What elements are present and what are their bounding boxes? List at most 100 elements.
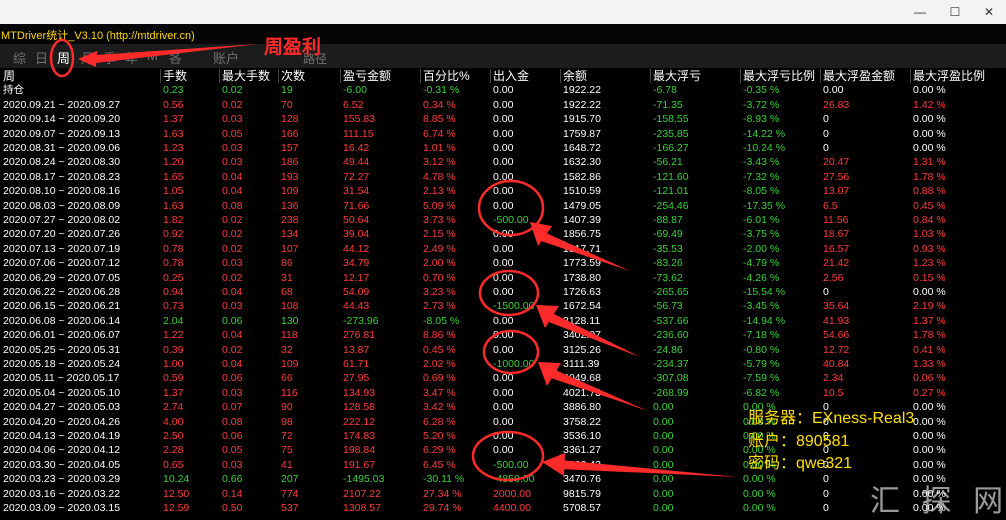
table-row: 2020.08.03 ~ 2020.08.09 1.63 0.08 136 71.66 5… — [0, 199, 1006, 213]
cell-count: 32 — [281, 343, 293, 356]
tab-day[interactable]: 日 — [35, 48, 48, 67]
cell-deposit: 0.00 — [493, 98, 514, 111]
tab-week[interactable]: 周 — [57, 48, 70, 67]
cell-max-drawdown: -35.53 — [653, 242, 683, 255]
column-header-max-float-pct: 最大浮盈比例 — [913, 69, 986, 83]
cell-profit: 31.54 — [343, 185, 370, 198]
column-separator — [910, 69, 911, 83]
cell-profit: 49.44 — [343, 156, 370, 169]
cell-percent: -30.11 % — [423, 473, 465, 486]
cell-lots: 1.63 — [163, 127, 184, 140]
cell-deposit: 0.00 — [493, 444, 514, 457]
cell-max-float-pct: 1.42 % — [913, 98, 946, 111]
tab-year[interactable]: 年 — [125, 48, 138, 67]
table-row: 2020.04.06 ~ 2020.04.12 2.28 0.05 75 198.84 6… — [0, 443, 1006, 457]
cell-max-float-profit: 6.5 — [823, 199, 838, 212]
cell-lots: 0.65 — [163, 458, 184, 471]
cell-percent: 6.74 % — [423, 127, 456, 140]
column-separator — [160, 69, 161, 83]
column-header-deposit: 出入金 — [493, 69, 530, 83]
cell-max-drawdown-pct: -6.82 % — [743, 386, 780, 399]
cell-week: 2020.03.09 ~ 2020.03.15 — [3, 502, 121, 514]
column-separator — [219, 69, 220, 83]
cell-count: 66 — [281, 372, 293, 385]
cell-max-drawdown-pct: -14.94 % — [743, 314, 786, 327]
tab-month[interactable]: 月 — [81, 48, 94, 67]
cell-max-drawdown: 0.00 — [653, 458, 674, 471]
cell-deposit: 0.00 — [493, 185, 514, 198]
maximize-icon[interactable]: ☐ — [940, 3, 970, 21]
cell-count: 68 — [281, 286, 293, 298]
cell-count: 537 — [281, 502, 299, 514]
cell-deposit: -500.00 — [493, 458, 529, 471]
cell-percent: 2.00 % — [423, 257, 456, 270]
cell-max-drawdown: -121.01 — [653, 185, 689, 198]
cell-max-drawdown-pct: -3.72 % — [743, 98, 780, 111]
cell-balance: 4021.73 — [563, 386, 601, 399]
cell-max-drawdown-pct: -8.05 % — [743, 185, 780, 198]
cell-profit: 6.52 — [343, 98, 364, 111]
cell-max-drawdown: -236.60 — [653, 329, 689, 342]
weekly-stats-table: 周 手数 最大手数 次数 盈亏金额 百分比% 出入金 余额 最大浮亏 最大浮亏比例 最大浮盈金额 最大… — [0, 69, 1006, 516]
column-separator — [650, 69, 651, 83]
cell-max-drawdown: -166.27 — [653, 142, 689, 154]
cell-lots: 0.92 — [163, 228, 184, 241]
tab-m[interactable]: M — [147, 48, 158, 63]
cell-max-float-profit: 10.5 — [823, 386, 844, 399]
cell-max-float-pct: 0.00 % — [913, 84, 946, 97]
cell-count: 157 — [281, 142, 299, 154]
cell-max-drawdown: -268.99 — [653, 386, 689, 399]
column-separator — [278, 69, 279, 83]
cell-week: 2020.08.24 ~ 2020.08.30 — [3, 156, 121, 169]
cell-count: 130 — [281, 314, 299, 327]
tab-account[interactable]: 账户 — [213, 48, 239, 67]
cell-profit: 44.12 — [343, 242, 370, 255]
cell-max-float-pct: 2.19 % — [913, 300, 946, 313]
cell-max-float-pct: 0.93 % — [913, 242, 946, 255]
column-separator — [820, 69, 821, 83]
cell-max-float-profit: 35.64 — [823, 300, 850, 313]
close-icon[interactable]: ✕ — [974, 3, 1004, 21]
cell-max-drawdown-pct: -6.01 % — [743, 214, 780, 226]
cell-deposit: 4400.00 — [493, 502, 531, 514]
cell-percent: 27.34 % — [423, 487, 462, 500]
cell-lots: 1.05 — [163, 185, 184, 198]
cell-count: 86 — [281, 257, 293, 270]
account-credential: 账户：890581 — [748, 433, 850, 450]
cell-max-float-pct: 0.00 % — [913, 127, 946, 140]
cell-week: 2020.05.04 ~ 2020.05.10 — [3, 386, 121, 399]
cell-max-drawdown-pct: 0.00 % — [743, 502, 776, 514]
cell-max-float-profit: 21.42 — [823, 257, 850, 270]
minimize-icon[interactable]: — — [905, 3, 935, 21]
table-row: 2020.04.13 ~ 2020.04.19 2.50 0.06 72 174.83 5… — [0, 429, 1006, 443]
cell-balance: 1582.86 — [563, 170, 601, 183]
cell-balance: 1510.59 — [563, 185, 601, 198]
cell-max-drawdown-pct: -3.45 % — [743, 300, 780, 313]
cell-max-float-pct: 1.31 % — [913, 156, 946, 169]
cell-max-float-profit: 20.47 — [823, 156, 850, 169]
cell-week: 2020.08.17 ~ 2020.08.23 — [3, 170, 121, 183]
cell-balance: 1632.30 — [563, 156, 601, 169]
cell-lots: 0.94 — [163, 286, 184, 298]
cell-deposit: 0.00 — [493, 228, 514, 241]
cell-week: 2020.07.20 ~ 2020.07.26 — [3, 228, 121, 241]
tab-summary[interactable]: 综 — [13, 48, 26, 67]
cell-deposit: 0.00 — [493, 271, 514, 284]
cell-percent: 5.09 % — [423, 199, 456, 212]
tab-each[interactable]: 各 — [169, 48, 182, 67]
cell-max-drawdown: -265.65 — [653, 286, 689, 298]
column-header-balance: 余额 — [563, 69, 588, 83]
tab-quarter[interactable]: 季 — [103, 48, 116, 67]
cell-max-drawdown: -121.60 — [653, 170, 689, 183]
cell-week: 2020.04.13 ~ 2020.04.19 — [3, 430, 121, 442]
cell-max-drawdown: 0.00 — [653, 473, 674, 486]
cell-max-drawdown: -71.35 — [653, 98, 683, 111]
cell-max-drawdown: -537.66 — [653, 314, 689, 327]
table-row: 2020.06.08 ~ 2020.06.14 2.04 0.06 130 -273.9… — [0, 314, 1006, 328]
cell-max-lots: 0.03 — [222, 142, 243, 154]
cell-max-float-profit: 27.56 — [823, 170, 850, 183]
cell-count: 136 — [281, 199, 299, 212]
column-header-count: 次数 — [281, 69, 306, 83]
column-separator — [340, 69, 341, 83]
cell-week: 2020.09.14 ~ 2020.09.20 — [3, 113, 121, 126]
